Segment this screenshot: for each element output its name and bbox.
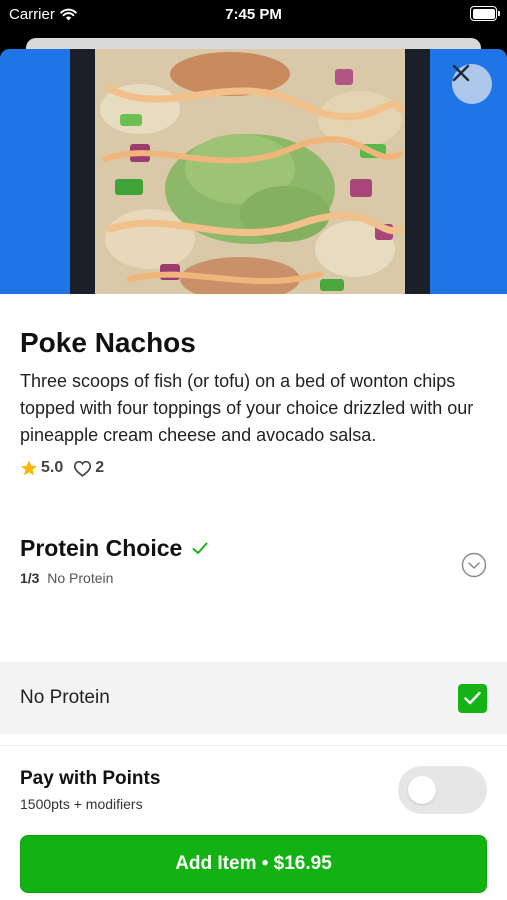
likes-count: 2 <box>95 459 105 476</box>
item-info: Poke Nachos Three scoops of fish (or tof… <box>0 326 507 605</box>
item-detail-sheet: Poke Nachos Three scoops of fish (or tof… <box>0 49 507 900</box>
item-meta: 5.0 2 <box>20 459 487 477</box>
checkmark-icon <box>464 691 481 705</box>
option-checkbox[interactable] <box>458 683 487 713</box>
battery-icon <box>470 6 500 21</box>
option-label: No Protein <box>20 687 110 708</box>
section-subtitle: 1/3 No Protein <box>20 570 487 586</box>
option-no-protein[interactable]: No Protein <box>0 662 507 734</box>
close-button[interactable] <box>452 64 492 104</box>
rating-value: 5.0 <box>41 459 64 476</box>
item-description: Three scoops of fish (or tofu) on a bed … <box>20 371 474 445</box>
status-time: 7:45 PM <box>225 6 282 23</box>
likes[interactable]: 2 <box>73 459 104 477</box>
item-photo <box>0 49 507 294</box>
item-title: Poke Nachos <box>20 327 196 358</box>
points-toggle[interactable] <box>398 766 487 814</box>
rating: 5.0 <box>20 459 63 477</box>
toggle-knob <box>408 776 436 804</box>
heart-icon <box>74 460 92 477</box>
status-bar: Carrier 7:45 PM <box>0 0 507 30</box>
section-title-label: Protein Choice <box>20 535 183 561</box>
protein-choice-section[interactable]: Protein Choice 1/3 No Protein <box>20 535 487 605</box>
section-title: Protein Choice <box>20 535 487 562</box>
pay-with-points: Pay with Points 1500pts + modifiers <box>0 745 507 835</box>
chevron-down-icon[interactable] <box>461 552 487 578</box>
add-item-button[interactable]: Add Item • $16.95 <box>20 835 487 893</box>
star-icon <box>21 460 37 476</box>
nachos-photo-illustration <box>0 49 507 294</box>
check-icon <box>192 542 208 554</box>
selection-summary: No Protein <box>47 570 114 586</box>
close-icon <box>452 64 470 82</box>
selection-count: 1/3 <box>20 570 40 586</box>
